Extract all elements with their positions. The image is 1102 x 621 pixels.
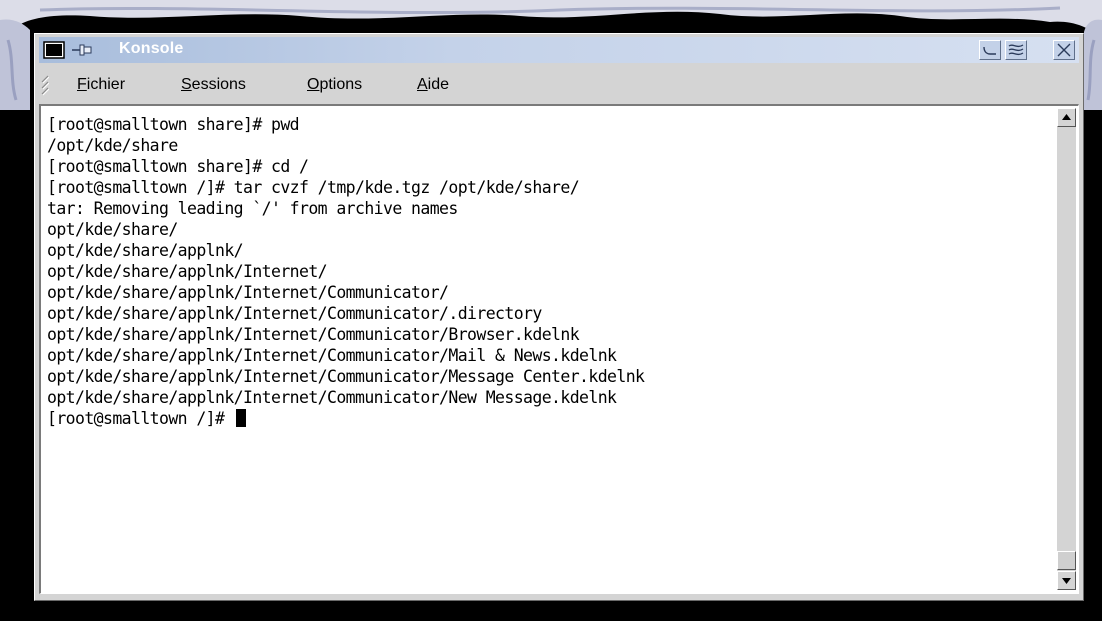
terminal-line: [root@smalltown share]# cd / xyxy=(47,157,309,176)
terminal-line: opt/kde/share/applnk/Internet/Communicat… xyxy=(47,388,617,407)
title-bar[interactable]: Konsole xyxy=(39,37,1079,63)
terminal-line: opt/kde/share/ xyxy=(47,220,178,239)
toolbar-grip-icon[interactable] xyxy=(41,72,49,96)
terminal-prompt-line: [root@smalltown /]# xyxy=(47,408,246,429)
terminal-line: opt/kde/share/applnk/Internet/Communicat… xyxy=(47,325,580,344)
maximize-icon xyxy=(1008,44,1024,56)
terminal-line: [root@smalltown share]# pwd xyxy=(47,115,300,134)
menu-accel: F xyxy=(77,76,87,93)
terminal-line: opt/kde/share/applnk/Internet/ xyxy=(47,262,328,281)
menu-aide[interactable]: Aide xyxy=(417,76,449,94)
terminal-frame: [root@smalltown share]# pwd /opt/kde/sha… xyxy=(39,104,1079,594)
menu-label: ichier xyxy=(86,76,126,93)
terminal-output[interactable]: [root@smalltown share]# pwd /opt/kde/sha… xyxy=(43,108,1053,590)
close-icon xyxy=(1057,43,1071,57)
menu-options[interactable]: Options xyxy=(307,76,362,94)
terminal-line: [root@smalltown /]# tar cvzf /tmp/kde.tg… xyxy=(47,178,580,197)
screen: Konsole Fichier Sessions Options Aide [r… xyxy=(0,0,1102,621)
window-title: Konsole xyxy=(119,40,184,57)
menu-bar: Fichier Sessions Options Aide xyxy=(39,68,1079,98)
scroll-thumb[interactable] xyxy=(1057,551,1076,570)
menu-accel: A xyxy=(417,76,428,93)
terminal-line: /opt/kde/share xyxy=(47,136,178,155)
menu-accel: S xyxy=(181,76,192,93)
minimize-button[interactable] xyxy=(979,40,1001,60)
menu-fichier[interactable]: Fichier xyxy=(77,76,125,94)
window-menu-icon[interactable] xyxy=(43,41,65,59)
close-button[interactable] xyxy=(1053,40,1075,60)
terminal-line: opt/kde/share/applnk/Internet/Communicat… xyxy=(47,304,542,323)
menu-label: ptions xyxy=(319,76,363,93)
arrow-up-icon xyxy=(1062,114,1071,120)
menu-label: essions xyxy=(191,76,246,93)
terminal-line: opt/kde/share/applnk/Internet/Communicat… xyxy=(47,367,645,386)
pin-icon[interactable] xyxy=(71,41,93,59)
scroll-down-button[interactable] xyxy=(1057,571,1076,590)
menu-label: ide xyxy=(427,76,450,93)
arrow-down-icon xyxy=(1062,578,1071,584)
menu-accel: O xyxy=(307,76,320,93)
vertical-scrollbar[interactable] xyxy=(1057,108,1076,590)
terminal-line: opt/kde/share/applnk/ xyxy=(47,241,244,260)
minimize-icon xyxy=(983,46,996,55)
terminal-line: opt/kde/share/applnk/Internet/Communicat… xyxy=(47,283,449,302)
terminal-line: tar: Removing leading `/' from archive n… xyxy=(47,199,458,218)
text-cursor xyxy=(235,409,246,427)
scroll-up-button[interactable] xyxy=(1057,108,1076,127)
menu-sessions[interactable]: Sessions xyxy=(181,76,246,94)
maximize-button[interactable] xyxy=(1005,40,1027,60)
terminal-line: opt/kde/share/applnk/Internet/Communicat… xyxy=(47,346,617,365)
konsole-window: Konsole Fichier Sessions Options Aide [r… xyxy=(34,33,1084,601)
terminal-prompt: [root@smalltown /]# xyxy=(47,409,234,428)
